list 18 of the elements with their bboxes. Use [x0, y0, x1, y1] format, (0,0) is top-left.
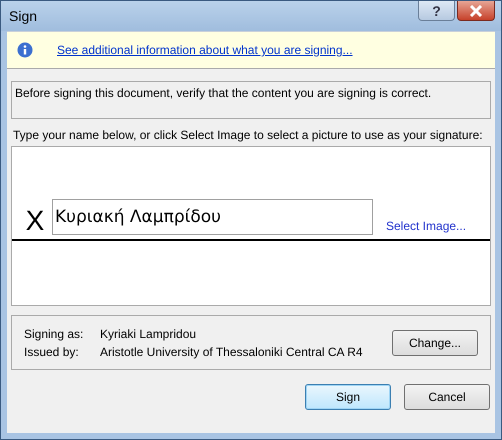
change-button[interactable]: Change... — [392, 330, 478, 356]
help-button[interactable]: ? — [418, 1, 455, 21]
cancel-button[interactable]: Cancel — [404, 384, 490, 410]
certificate-value: Kyriaki Lampridou — [100, 326, 198, 340]
window-title: Sign — [9, 8, 38, 24]
close-icon — [469, 4, 483, 16]
certificate-value: Aristotle University of Thessaloniki Central CA R4 — [100, 344, 363, 358]
select-image-link[interactable]: Select Image... — [386, 219, 466, 233]
instruction-text: Type your name below, or click Select Image to select a picture to use as your signature: — [12, 127, 484, 143]
certificate-label: Signing as: — [24, 326, 84, 340]
description-box: Before signing this document, verify that the content you are signing is correct. — [11, 81, 491, 119]
info-icon — [17, 42, 33, 58]
name-field[interactable]: Κυριακή Λαμπρίδου — [52, 199, 373, 235]
certificate-label: Issued by: — [24, 344, 80, 358]
info-link[interactable]: See additional information about what you are signing... — [57, 43, 353, 57]
sign-button[interactable]: Sign — [305, 384, 391, 410]
signature-mark: X — [24, 207, 46, 235]
close-button[interactable] — [457, 1, 495, 21]
